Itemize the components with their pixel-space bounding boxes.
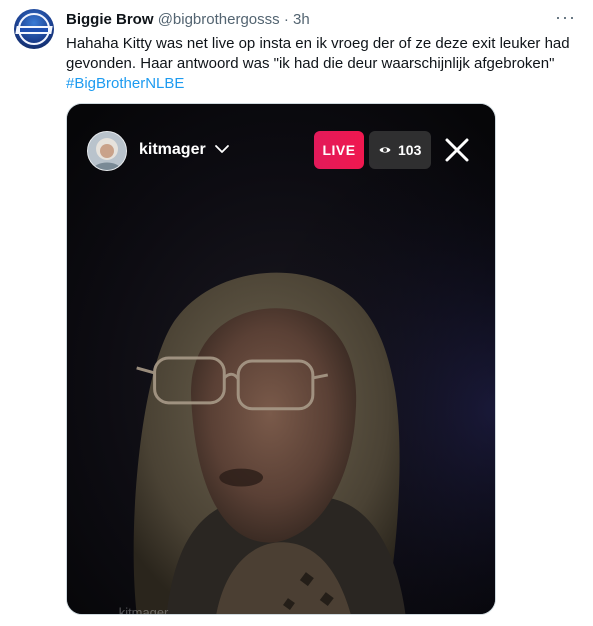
tweet-text: Hahaha Kitty was net live op insta en ik… — [66, 34, 578, 94]
host-avatar[interactable] — [87, 131, 127, 171]
viewer-count-badge: 103 — [369, 131, 431, 169]
more-icon[interactable]: ··· — [555, 8, 575, 30]
tweet-text-line: Hahaha Kitty was net live op insta en ik… — [66, 35, 570, 52]
tweet[interactable]: Biggie Brow @bigbrothergosss · 3h ··· Ha… — [0, 0, 593, 626]
svg-text:kitmager: kitmager — [119, 605, 169, 614]
eye-icon — [379, 147, 391, 153]
tweet-time[interactable]: 3h — [293, 11, 310, 28]
close-icon[interactable] — [444, 137, 470, 163]
viewer-count: 103 — [398, 142, 422, 158]
live-top-bar: kitmager LIVE 103 — [67, 104, 495, 184]
author-name[interactable]: Biggie Brow — [66, 11, 154, 28]
host-avatar-image — [88, 132, 126, 170]
tweet-header: Biggie Brow @bigbrothergosss · 3h ··· — [66, 8, 575, 30]
hashtag-link[interactable]: #BigBrotherNLBE — [66, 75, 184, 92]
live-username[interactable]: kitmager — [139, 140, 206, 160]
avatar-band-inner — [20, 28, 48, 32]
chevron-down-icon[interactable] — [214, 141, 230, 157]
tweet-media[interactable]: kitmager kitmager LIVE 103 — [66, 103, 496, 615]
tweet-text-line: gevonden. Haar antwoord was "ik had die … — [66, 55, 555, 72]
live-badge: LIVE — [314, 131, 364, 169]
author-handle[interactable]: @bigbrothergosss — [158, 11, 280, 28]
header-separator: · — [283, 11, 289, 28]
author-avatar[interactable] — [14, 9, 54, 49]
